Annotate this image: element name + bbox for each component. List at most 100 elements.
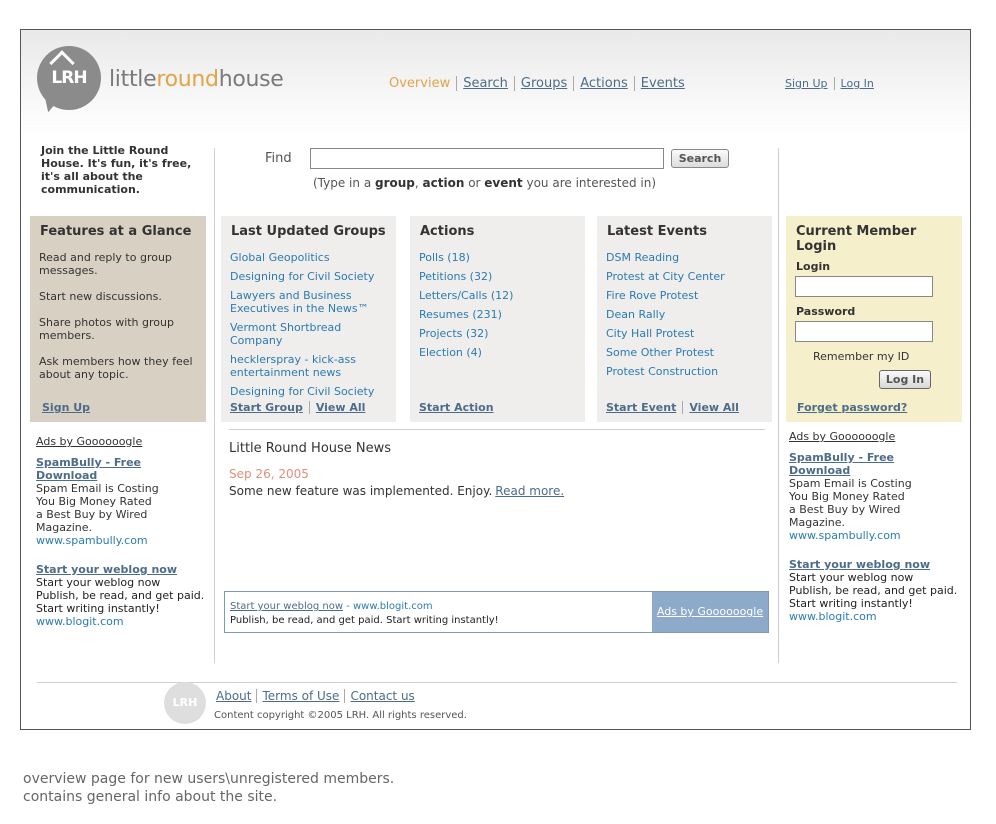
brand-part-little: little (109, 67, 157, 92)
brand-part-round: round (156, 67, 219, 92)
group-link[interactable]: Designing for Civil Society (230, 385, 387, 398)
right-column-divider (778, 148, 779, 663)
user-nav: Sign Up Log In (785, 77, 880, 90)
group-link[interactable]: Lawyers and Business Executives in the N… (230, 289, 387, 315)
logo-letters: LRH (51, 68, 87, 88)
ad-url[interactable]: www.blogit.com (789, 610, 959, 623)
feature-item: Share photos with group members. (39, 316, 174, 342)
ad-url[interactable]: www.blogit.com (36, 615, 206, 628)
events-box: Latest Events DSM Reading Protest at Cit… (597, 216, 772, 422)
header: LRH littleroundhouse Overview Search Gro… (21, 30, 970, 135)
group-link[interactable]: Designing for Civil Society (230, 270, 387, 283)
ads-by-label[interactable]: Ads by Goooooogle (789, 430, 959, 443)
event-link[interactable]: Some Other Protest (606, 346, 763, 359)
feature-item: Read and reply to group messages. (39, 251, 172, 277)
login-box: Current Member Login Login Password Reme… (786, 216, 962, 422)
news-title: Little Round House News (229, 441, 392, 456)
login-link[interactable]: Log In (833, 77, 880, 90)
action-link[interactable]: Projects (32) (419, 327, 576, 340)
find-input[interactable] (310, 148, 664, 169)
ad-title[interactable]: SpamBully - Free Download (789, 451, 959, 477)
hint-comma: , (414, 176, 423, 190)
search-button[interactable]: Search (671, 149, 729, 168)
event-link[interactable]: Protest at City Center (606, 270, 763, 283)
nav-actions[interactable]: Actions (573, 76, 634, 91)
footer-divider (37, 682, 957, 683)
hint-or: or (464, 176, 485, 190)
start-action-link[interactable]: Start Action (419, 401, 500, 414)
login-field[interactable] (795, 276, 933, 297)
about-link[interactable]: About (216, 689, 256, 703)
footer-logo-letters: LRH (172, 696, 198, 709)
hint-suffix: you are interested in) (522, 176, 657, 190)
start-event-link[interactable]: Start Event (606, 401, 682, 414)
forgot-password-link[interactable]: Forget password? (797, 401, 907, 414)
ad-title[interactable]: SpamBully - Free Download (36, 456, 206, 482)
ads-by-label[interactable]: Ads by Goooooogle (36, 435, 206, 448)
nav-search[interactable]: Search (456, 76, 514, 91)
event-link[interactable]: Fire Rove Protest (606, 289, 763, 302)
group-link[interactable]: Vermont Shortbread Company (230, 321, 387, 347)
events-view-all-link[interactable]: View All (682, 401, 745, 414)
action-link[interactable]: Resumes (231) (419, 308, 576, 321)
brand-name[interactable]: littleroundhouse (109, 67, 284, 92)
event-link[interactable]: City Hall Protest (606, 327, 763, 340)
start-group-link[interactable]: Start Group (230, 401, 309, 414)
ad-title[interactable]: Start your weblog now (789, 558, 959, 571)
terms-link[interactable]: Terms of Use (256, 689, 344, 703)
main-nav: Overview Search Groups Actions Events (389, 76, 691, 91)
action-link[interactable]: Letters/Calls (12) (419, 289, 576, 302)
find-label: Find (265, 151, 292, 166)
hint-group: group (374, 176, 415, 190)
action-link[interactable]: Polls (18) (419, 251, 576, 264)
news-date: Sep 26, 2005 (229, 467, 309, 481)
groups-box: Last Updated Groups Global Geopolitics D… (221, 216, 396, 422)
event-link[interactable]: Dean Rally (606, 308, 763, 321)
password-label: Password (796, 305, 856, 318)
ad-banner-separator: - (343, 601, 353, 612)
ad-title[interactable]: Start your weblog now (36, 563, 206, 576)
event-link[interactable]: Protest Construction (606, 365, 763, 378)
event-link[interactable]: DSM Reading (606, 251, 763, 264)
ad-text: Start your weblog now Publish, be read, … (789, 571, 958, 610)
remember-my-id[interactable]: Remember my ID (813, 350, 953, 363)
ad-banner-domain[interactable]: www.blogit.com (353, 601, 433, 612)
page-caption: overview page for new users\unregistered… (23, 770, 394, 806)
ad-url[interactable]: www.spambully.com (789, 529, 959, 542)
footer-links: About Terms of Use Contact us (216, 689, 420, 703)
contact-link[interactable]: Contact us (344, 689, 419, 703)
ads-right: Ads by Goooooogle SpamBully - Free Downl… (789, 430, 959, 639)
join-intro-text: Join the Little Round House. It's fun, i… (41, 144, 192, 196)
ad-url[interactable]: www.spambully.com (36, 534, 206, 547)
ad-banner-content: Start your weblog now - www.blogit.com P… (230, 600, 499, 628)
ad-banner: Start your weblog now - www.blogit.com P… (224, 591, 769, 633)
nav-overview[interactable]: Overview (389, 76, 456, 91)
actions-title: Actions (420, 224, 475, 239)
copyright: Content copyright ©2005 LRH. All rights … (214, 710, 467, 721)
groups-footer: Start Group View All (230, 401, 371, 414)
read-more-link[interactable]: Read more. (495, 484, 564, 498)
feature-item: Start new discussions. (39, 290, 162, 303)
groups-title: Last Updated Groups (231, 224, 386, 239)
nav-groups[interactable]: Groups (513, 76, 573, 91)
caption-line: contains general info about the site. (23, 789, 278, 805)
signup-link[interactable]: Sign Up (785, 77, 834, 90)
group-link[interactable]: hecklerspray - kick-ass entertainment ne… (230, 353, 387, 379)
ad-banner-ads-by[interactable]: Ads by Goooooogle (652, 592, 768, 632)
hint-prefix: (Type in a (313, 176, 375, 190)
nav-events[interactable]: Events (633, 76, 691, 91)
left-column-divider (214, 148, 215, 663)
groups-view-all-link[interactable]: View All (308, 401, 372, 414)
actions-box: Actions Polls (18) Petitions (32) Letter… (410, 216, 585, 422)
login-label: Login (796, 260, 831, 273)
features-box: Features at a Glance Read and reply to g… (30, 216, 206, 422)
action-link[interactable]: Petitions (32) (419, 270, 576, 283)
brand-part-house: house (218, 67, 284, 92)
login-button[interactable]: Log In (879, 370, 931, 389)
news-text: Some new feature was implemented. Enjoy. (229, 484, 493, 498)
features-signup-link[interactable]: Sign Up (42, 401, 96, 414)
ad-banner-title[interactable]: Start your weblog now (230, 601, 343, 612)
group-link[interactable]: Global Geopolitics (230, 251, 387, 264)
action-link[interactable]: Election (4) (419, 346, 576, 359)
password-field[interactable] (795, 321, 933, 342)
